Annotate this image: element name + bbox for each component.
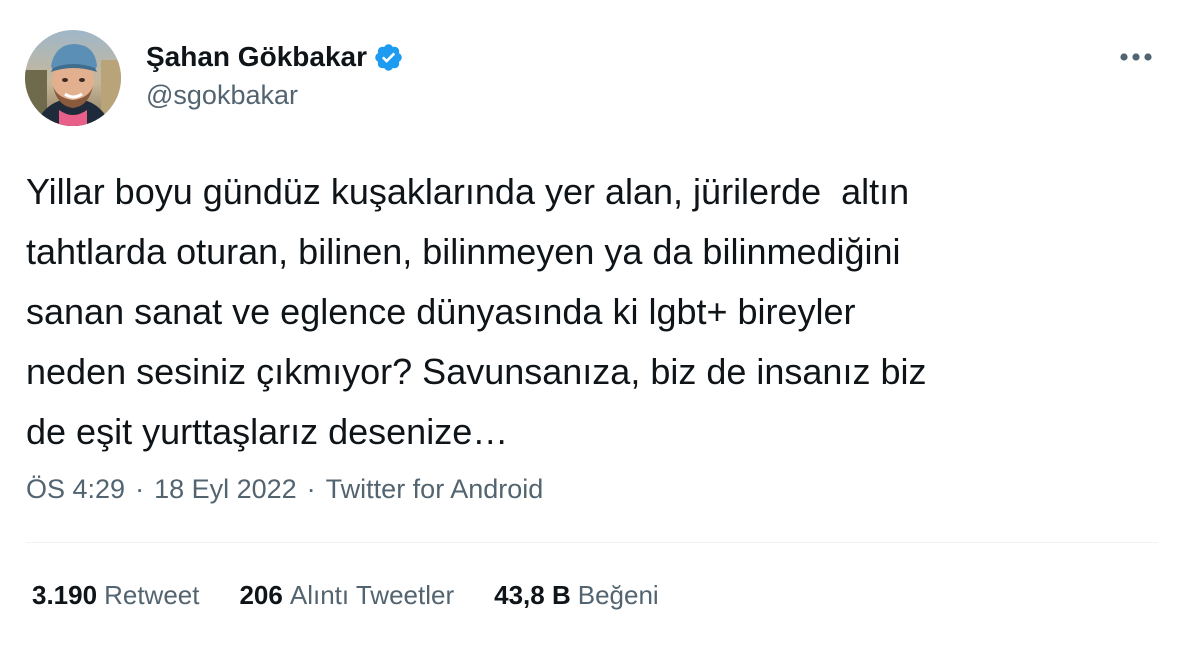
likes-count: 43,8 B <box>494 580 571 610</box>
retweets-label: Retweet <box>104 580 200 610</box>
meta-separator: · <box>135 474 145 504</box>
retweets-stat[interactable]: 3.190 Retweet <box>32 580 199 611</box>
author-handle[interactable]: @sgokbakar <box>146 80 298 111</box>
divider <box>26 542 1158 543</box>
avatar-image <box>25 30 121 126</box>
quote-tweets-stat[interactable]: 206 Alıntı Tweetler <box>239 580 454 611</box>
avatar[interactable] <box>25 30 121 126</box>
tweet-date[interactable]: 18 Eyl 2022 <box>154 474 297 505</box>
tweet-card: Şahan Gökbakar @sgokbakar Yillar boyu gü… <box>0 0 1190 646</box>
tweet-text: Yillar boyu gündüz kuşaklarında yer alan… <box>26 171 927 452</box>
author-display-name[interactable]: Şahan Gökbakar <box>146 41 367 73</box>
author-name-row: Şahan Gökbakar <box>146 38 404 76</box>
tweet-time[interactable]: ÖS 4:29 <box>26 474 125 505</box>
more-horizontal-icon <box>1120 53 1152 61</box>
likes-stat[interactable]: 43,8 B Beğeni <box>494 580 659 611</box>
engagement-stats: 3.190 Retweet 206 Alıntı Tweetler 43,8 B… <box>32 580 699 611</box>
verified-badge-icon <box>375 43 402 71</box>
meta-separator: · <box>306 474 316 504</box>
tweet-metadata: ÖS 4:29 · 18 Eyl 2022 · Twitter for Andr… <box>26 474 543 505</box>
likes-label: Beğeni <box>577 580 659 610</box>
more-options-button[interactable] <box>1116 40 1156 74</box>
tweet-source[interactable]: Twitter for Android <box>326 474 544 505</box>
quote-tweets-count: 206 <box>239 580 283 610</box>
quote-tweets-label: Alıntı Tweetler <box>289 580 455 610</box>
retweets-count: 3.190 <box>32 580 98 610</box>
